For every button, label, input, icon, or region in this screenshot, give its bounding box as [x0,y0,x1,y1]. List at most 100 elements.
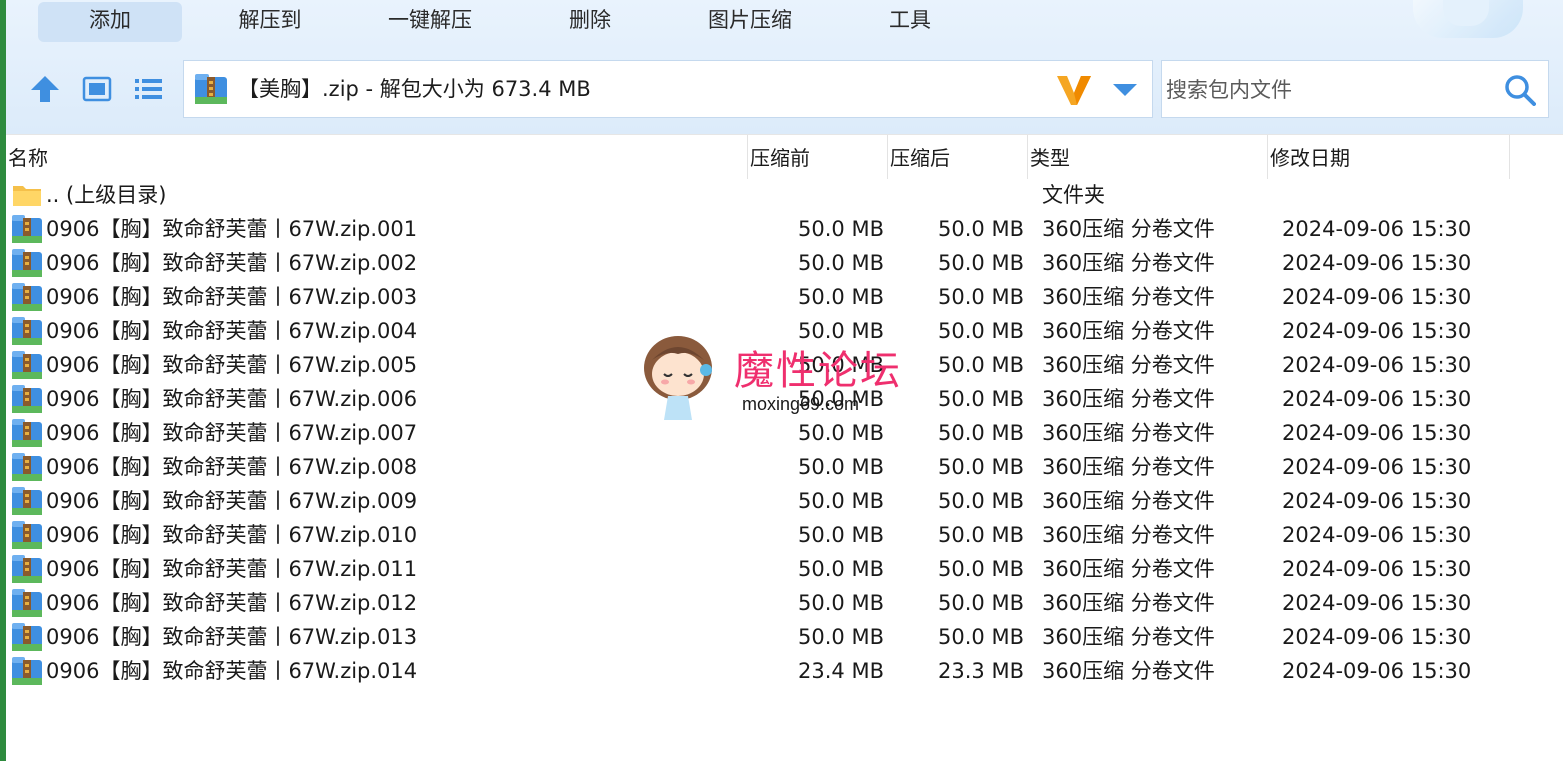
file-size-after: 50.0 MB [938,285,1024,309]
column-after-size[interactable]: 压缩后 [890,135,950,181]
menu-extract-to[interactable]: 解压到 [198,2,342,42]
file-modified-date: 2024-09-06 15:30 [1282,353,1472,377]
archive-icon [12,215,42,243]
file-modified-date: 2024-09-06 15:30 [1282,489,1472,513]
file-row[interactable]: 0906【胸】致命舒芙蕾丨67W.zip.011 50.0 MB 50.0 MB 36… [6,552,1563,586]
file-modified-date: 2024-09-06 15:30 [1282,285,1472,309]
up-level-button[interactable] [28,74,62,104]
column-header: 名称 压缩前 压缩后 类型 修改日期 [6,134,1563,179]
file-row[interactable]: 0906【胸】致命舒芙蕾丨67W.zip.005 50.0 MB 50.0 MB 36… [6,348,1563,382]
search-box [1161,60,1549,119]
file-row[interactable]: 0906【胸】致命舒芙蕾丨67W.zip.001 50.0 MB 50.0 MB 36… [6,212,1563,246]
file-size-before: 50.0 MB [798,217,884,241]
search-icon[interactable] [1504,74,1536,106]
file-modified-date: 2024-09-06 15:30 [1282,387,1472,411]
file-size-after: 23.3 MB [938,659,1024,683]
file-size-after: 50.0 MB [938,319,1024,343]
file-type: 360压缩 分卷文件 [1042,591,1215,615]
file-name: 0906【胸】致命舒芙蕾丨67W.zip.007 [46,421,418,445]
menu-one-click-extract[interactable]: 一键解压 [358,2,502,42]
archive-icon [12,589,42,617]
file-modified-date: 2024-09-06 15:30 [1282,523,1472,547]
archive-icon [12,623,42,651]
thumbnail-view-button[interactable] [80,74,114,104]
archive-icon [12,351,42,379]
archive-icon [12,487,42,515]
column-type[interactable]: 类型 [1030,135,1070,181]
column-before-size[interactable]: 压缩前 [750,135,810,181]
parent-directory-type: 文件夹 [1042,183,1105,207]
archive-icon [12,555,42,583]
file-modified-date: 2024-09-06 15:30 [1282,659,1472,683]
column-name[interactable]: 名称 [8,135,48,181]
file-size-after: 50.0 MB [938,489,1024,513]
menu-delete[interactable]: 删除 [518,2,662,42]
file-type: 360压缩 分卷文件 [1042,489,1215,513]
file-size-before: 50.0 MB [798,285,884,309]
file-row[interactable]: 0906【胸】致命舒芙蕾丨67W.zip.003 50.0 MB 50.0 MB 36… [6,280,1563,314]
path-bar[interactable]: 【美胸】.zip - 解包大小为 673.4 MB [183,60,1153,118]
archive-icon [195,74,227,104]
archive-path-label: 【美胸】.zip - 解包大小为 673.4 MB [238,77,591,101]
v-logo-icon[interactable] [1056,73,1092,107]
parent-directory-row[interactable]: .. (上级目录) 文件夹 [6,178,1563,212]
file-size-before: 50.0 MB [798,523,884,547]
file-type: 360压缩 分卷文件 [1042,455,1215,479]
column-divider[interactable] [1027,135,1028,179]
file-type: 360压缩 分卷文件 [1042,523,1215,547]
list-view-button[interactable] [132,74,166,104]
file-type: 360压缩 分卷文件 [1042,387,1215,411]
file-size-before: 50.0 MB [798,557,884,581]
file-modified-date: 2024-09-06 15:30 [1282,421,1472,445]
file-name: 0906【胸】致命舒芙蕾丨67W.zip.005 [46,353,418,377]
file-row[interactable]: 0906【胸】致命舒芙蕾丨67W.zip.008 50.0 MB 50.0 MB 36… [6,450,1563,484]
file-name: 0906【胸】致命舒芙蕾丨67W.zip.008 [46,455,418,479]
brand-decoration [1413,0,1523,38]
thumbnail-view-icon [82,76,112,102]
archive-icon [12,385,42,413]
archive-icon [12,521,42,549]
file-row[interactable]: 0906【胸】致命舒芙蕾丨67W.zip.009 50.0 MB 50.0 MB 36… [6,484,1563,518]
file-name: 0906【胸】致命舒芙蕾丨67W.zip.011 [46,557,418,581]
file-size-after: 50.0 MB [938,251,1024,275]
file-size-before: 50.0 MB [798,353,884,377]
chevron-down-icon[interactable] [1112,83,1138,97]
file-size-after: 50.0 MB [938,421,1024,445]
column-modified-date[interactable]: 修改日期 [1270,135,1350,181]
file-size-after: 50.0 MB [938,217,1024,241]
column-divider[interactable] [887,135,888,179]
file-row[interactable]: 0906【胸】致命舒芙蕾丨67W.zip.007 50.0 MB 50.0 MB 36… [6,416,1563,450]
menu-add[interactable]: 添加 [38,2,182,42]
file-size-before: 23.4 MB [798,659,884,683]
file-modified-date: 2024-09-06 15:30 [1282,217,1472,241]
file-row[interactable]: 0906【胸】致命舒芙蕾丨67W.zip.002 50.0 MB 50.0 MB 36… [6,246,1563,280]
file-type: 360压缩 分卷文件 [1042,421,1215,445]
file-list: .. (上级目录) 文件夹 0906【胸】致命舒芙蕾丨67W.zip.001 50… [6,178,1563,688]
column-divider[interactable] [1509,135,1510,179]
file-row[interactable]: 0906【胸】致命舒芙蕾丨67W.zip.013 50.0 MB 50.0 MB 36… [6,620,1563,654]
menubar: 添加 解压到 一键解压 删除 图片压缩 工具 [6,0,1563,42]
file-name: 0906【胸】致命舒芙蕾丨67W.zip.002 [46,251,418,275]
file-name: 0906【胸】致命舒芙蕾丨67W.zip.003 [46,285,418,309]
column-divider[interactable] [747,135,748,179]
file-row[interactable]: 0906【胸】致命舒芙蕾丨67W.zip.010 50.0 MB 50.0 MB 36… [6,518,1563,552]
file-row[interactable]: 0906【胸】致命舒芙蕾丨67W.zip.006 50.0 MB 50.0 MB 36… [6,382,1563,416]
menu-tools[interactable]: 工具 [838,2,982,42]
file-name: 0906【胸】致命舒芙蕾丨67W.zip.004 [46,319,418,343]
file-size-after: 50.0 MB [938,557,1024,581]
file-size-before: 50.0 MB [798,625,884,649]
arrow-up-icon [31,76,59,102]
file-name: 0906【胸】致命舒芙蕾丨67W.zip.014 [46,659,418,683]
file-type: 360压缩 分卷文件 [1042,353,1215,377]
file-size-before: 50.0 MB [798,489,884,513]
file-row[interactable]: 0906【胸】致命舒芙蕾丨67W.zip.012 50.0 MB 50.0 MB 36… [6,586,1563,620]
file-row[interactable]: 0906【胸】致命舒芙蕾丨67W.zip.014 23.4 MB 23.3 MB 36… [6,654,1563,688]
menu-image-compress[interactable]: 图片压缩 [678,2,822,42]
file-row[interactable]: 0906【胸】致命舒芙蕾丨67W.zip.004 50.0 MB 50.0 MB 36… [6,314,1563,348]
file-size-before: 50.0 MB [798,319,884,343]
column-divider[interactable] [1267,135,1268,179]
archive-icon [12,453,42,481]
search-input[interactable] [1162,61,1488,119]
file-name: 0906【胸】致命舒芙蕾丨67W.zip.001 [46,217,418,241]
file-name: 0906【胸】致命舒芙蕾丨67W.zip.012 [46,591,418,615]
